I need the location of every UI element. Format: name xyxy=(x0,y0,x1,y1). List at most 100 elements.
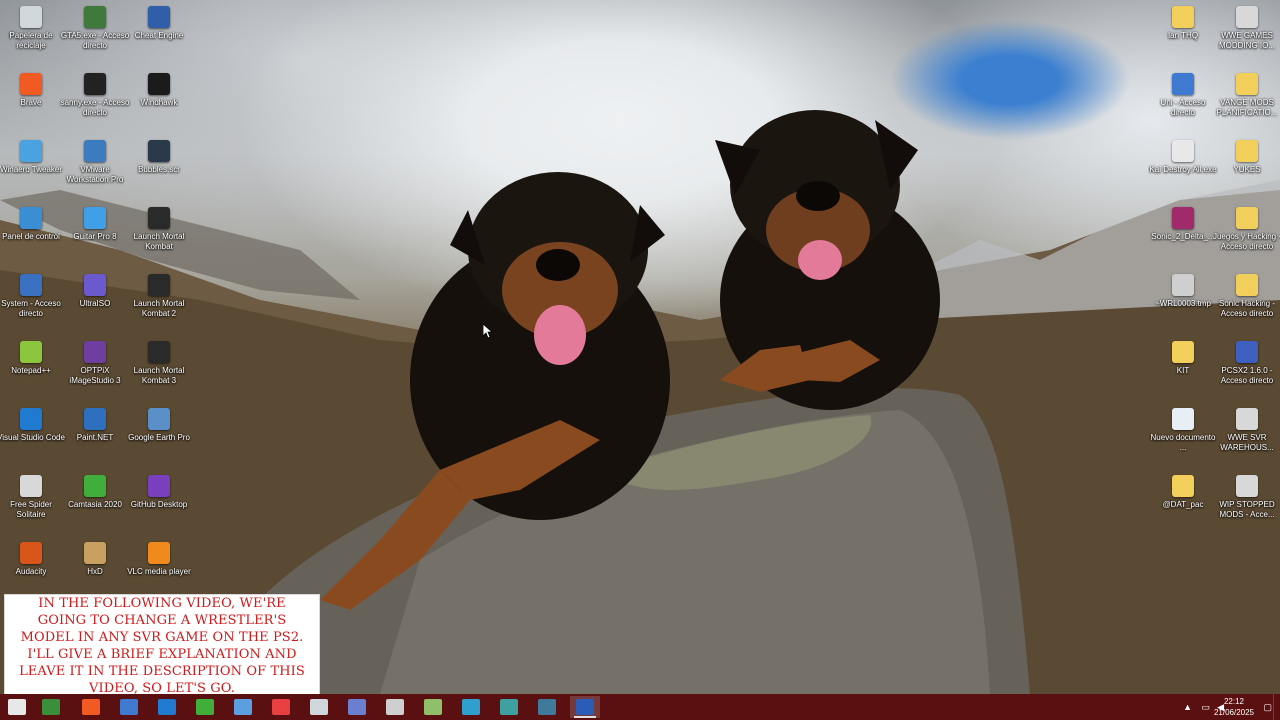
desktop-icon-label: Panel de control xyxy=(2,232,60,241)
desktop-icon-label: Uni - Acceso directo xyxy=(1160,98,1206,117)
desktop-icon[interactable]: @DAT_pac xyxy=(1150,471,1216,535)
desktop-icon[interactable]: Winaero Tweaker xyxy=(0,136,64,200)
desktop-icon-label: Visual Studio Code xyxy=(0,433,65,442)
google-earth-taskbar-button[interactable] xyxy=(418,696,448,718)
desktop-icon[interactable]: Launch Mortal Kombat xyxy=(126,203,192,267)
desktop-icon[interactable]: Kai Destroy All.exe xyxy=(1149,136,1217,200)
gimp-taskbar-icon xyxy=(538,699,556,715)
desktop-icon-label: Google Earth Pro xyxy=(128,433,190,442)
desktop-icon[interactable]: PCSX2 1.6.0 - Acceso directo xyxy=(1214,337,1280,401)
winaero-icon xyxy=(20,140,42,162)
desktop-icon[interactable]: YUKES xyxy=(1214,136,1280,200)
clock-date[interactable]: 21/06/2025 xyxy=(1210,708,1258,717)
mortal-kombat-icon xyxy=(148,207,170,229)
desktop-icon-label: Launch Mortal Kombat 3 xyxy=(133,366,185,385)
image-viewer-taskbar-button[interactable] xyxy=(494,696,524,718)
desktop-icon[interactable]: Brave xyxy=(0,69,64,133)
desktop-icon[interactable]: Camtasia 2020 xyxy=(62,471,128,535)
system-tray: ▲ ▭ ◀ 22:12 21/06/2025 ▢ xyxy=(1170,694,1280,720)
desktop-icon[interactable]: WWE GAMES MODDING IO... xyxy=(1214,2,1280,66)
paint-taskbar-button[interactable] xyxy=(342,696,372,718)
desktop-icon-label: Bubbles.scr xyxy=(138,165,180,174)
desktop-icon[interactable]: VMware Workstation Pro xyxy=(62,136,128,200)
notepad-taskbar-icon xyxy=(310,699,328,715)
camtasia-taskbar-button[interactable] xyxy=(190,696,220,718)
desktop-icon[interactable]: Sonic Hacking - Acceso directo xyxy=(1214,270,1280,334)
desktop-icon[interactable]: WWE SVR WAREHOUS... xyxy=(1214,404,1280,468)
desktop-icon[interactable]: GTA5.exe - Acceso directo xyxy=(60,2,130,66)
photos-taskbar-button[interactable] xyxy=(228,696,258,718)
desktop-icon[interactable]: sanny.exe - Acceso directo xyxy=(61,69,129,133)
recorder-taskbar-button[interactable] xyxy=(266,696,296,718)
desktop-icon[interactable]: Papelera de reciclaje xyxy=(0,2,64,66)
desktop-icon-label: VLC media player xyxy=(127,567,191,576)
bubbles-icon xyxy=(148,140,170,162)
desktop-icon[interactable]: Panel de control xyxy=(0,203,64,267)
desktop-icon[interactable]: Sonic_2_Delta_... xyxy=(1150,203,1216,267)
desktop-icon[interactable]: Launch Mortal Kombat 3 xyxy=(126,337,192,401)
desktop-icon[interactable]: Bubbles.scr xyxy=(126,136,192,200)
gimp-taskbar-button[interactable] xyxy=(532,696,562,718)
desktop-icon[interactable]: Launch Mortal Kombat 2 xyxy=(126,270,192,334)
desktop-icon[interactable]: Audacity xyxy=(0,538,64,602)
desktop-icon[interactable]: GitHub Desktop xyxy=(126,471,192,535)
windhawk-taskbar-icon xyxy=(386,699,404,715)
image-viewer-taskbar-icon xyxy=(500,699,518,715)
network-icon[interactable]: ▭ xyxy=(1201,702,1210,713)
desktop-icon[interactable]: Free Spider Solitaire xyxy=(0,471,64,535)
desktop-icon[interactable]: KIT xyxy=(1150,337,1216,401)
desktop-icon[interactable]: Google Earth Pro xyxy=(126,404,192,468)
desktop-icon[interactable]: OPTPiX iMageStudio 3 xyxy=(62,337,128,401)
tray-chevron-up-icon[interactable]: ▲ xyxy=(1183,702,1192,712)
start-button[interactable] xyxy=(2,696,32,718)
desktop-icon[interactable]: Notepad++ xyxy=(0,337,64,401)
hex-editor-taskbar-button[interactable] xyxy=(456,696,486,718)
desktop-icon-label: GitHub Desktop xyxy=(130,500,188,509)
app-taskbar-button[interactable] xyxy=(114,696,144,718)
desktop-icon-label: GTA5.exe - Acceso directo xyxy=(60,31,130,50)
brave-icon xyxy=(20,73,42,95)
desktop-icon[interactable]: Ian THQ xyxy=(1150,2,1216,66)
desktop-icon[interactable]: Nuevo documento ... xyxy=(1150,404,1216,468)
wip-mods-icon xyxy=(1236,475,1258,497)
taskbar: ▲ ▭ ◀ 22:12 21/06/2025 ▢ xyxy=(0,694,1280,720)
text-document-icon xyxy=(1172,408,1194,430)
vscode-taskbar-button[interactable] xyxy=(152,696,182,718)
photos-taskbar-icon xyxy=(234,699,252,715)
desktop-icon[interactable]: VLC media player xyxy=(126,538,192,602)
spider-solitaire-icon xyxy=(20,475,42,497)
desktop-icon[interactable]: Juegos y Hacking - Acceso directo xyxy=(1212,203,1280,267)
desktop-icon-label: Kai Destroy All.exe xyxy=(1149,165,1217,174)
windhawk-taskbar-button[interactable] xyxy=(380,696,410,718)
tmp-file-icon xyxy=(1172,274,1194,296)
brave-taskbar-button[interactable] xyxy=(76,696,106,718)
hex-editor-taskbar-icon xyxy=(462,699,480,715)
desktop-icon[interactable]: Paint.NET xyxy=(62,404,128,468)
desktop-icon-label: Camtasia 2020 xyxy=(68,500,122,509)
desktop-icon[interactable]: ~WRL0003.tmp xyxy=(1150,270,1216,334)
desktop-icon[interactable]: System - Acceso directo xyxy=(0,270,64,334)
file-explorer-button[interactable] xyxy=(36,696,66,718)
notifications-icon[interactable]: ▢ xyxy=(1263,702,1272,713)
notepad-taskbar-button[interactable] xyxy=(304,696,334,718)
file-explorer-icon xyxy=(42,699,60,715)
guitar-pro-icon xyxy=(84,207,106,229)
desktop-icon[interactable]: Cheat Engine xyxy=(126,2,192,66)
show-desktop-button[interactable] xyxy=(1273,694,1280,720)
desktop-icon[interactable]: VANGE MODS PLANIFICATIO... xyxy=(1214,69,1280,133)
clock-time[interactable]: 22:12 xyxy=(1210,697,1258,706)
desktop-icon[interactable]: WIP STOPPED MODS - Acce... xyxy=(1214,471,1280,535)
video-caption-text: IN THE FOLLOWING VIDEO, WE'RE GOING TO C… xyxy=(19,595,305,696)
desktop-icon[interactable]: HxD xyxy=(62,538,128,602)
desktop-icon-label: Juegos y Hacking - Acceso directo xyxy=(1212,232,1280,251)
desktop-icon[interactable]: Visual Studio Code xyxy=(0,404,65,468)
desktop-icon[interactable]: Windhawk xyxy=(126,69,192,133)
word-taskbar-button[interactable] xyxy=(570,696,600,718)
folder-icon xyxy=(1172,6,1194,28)
desktop-icon-label: Ian THQ xyxy=(1167,31,1199,40)
desktop-icon[interactable]: Uni - Acceso directo xyxy=(1150,69,1216,133)
desktop-icon[interactable]: Guitar Pro 8 xyxy=(62,203,128,267)
desktop-icon-label: Papelera de reciclaje xyxy=(9,31,53,50)
desktop-icon[interactable]: UltraISO xyxy=(62,270,128,334)
folder-icon xyxy=(1172,341,1194,363)
